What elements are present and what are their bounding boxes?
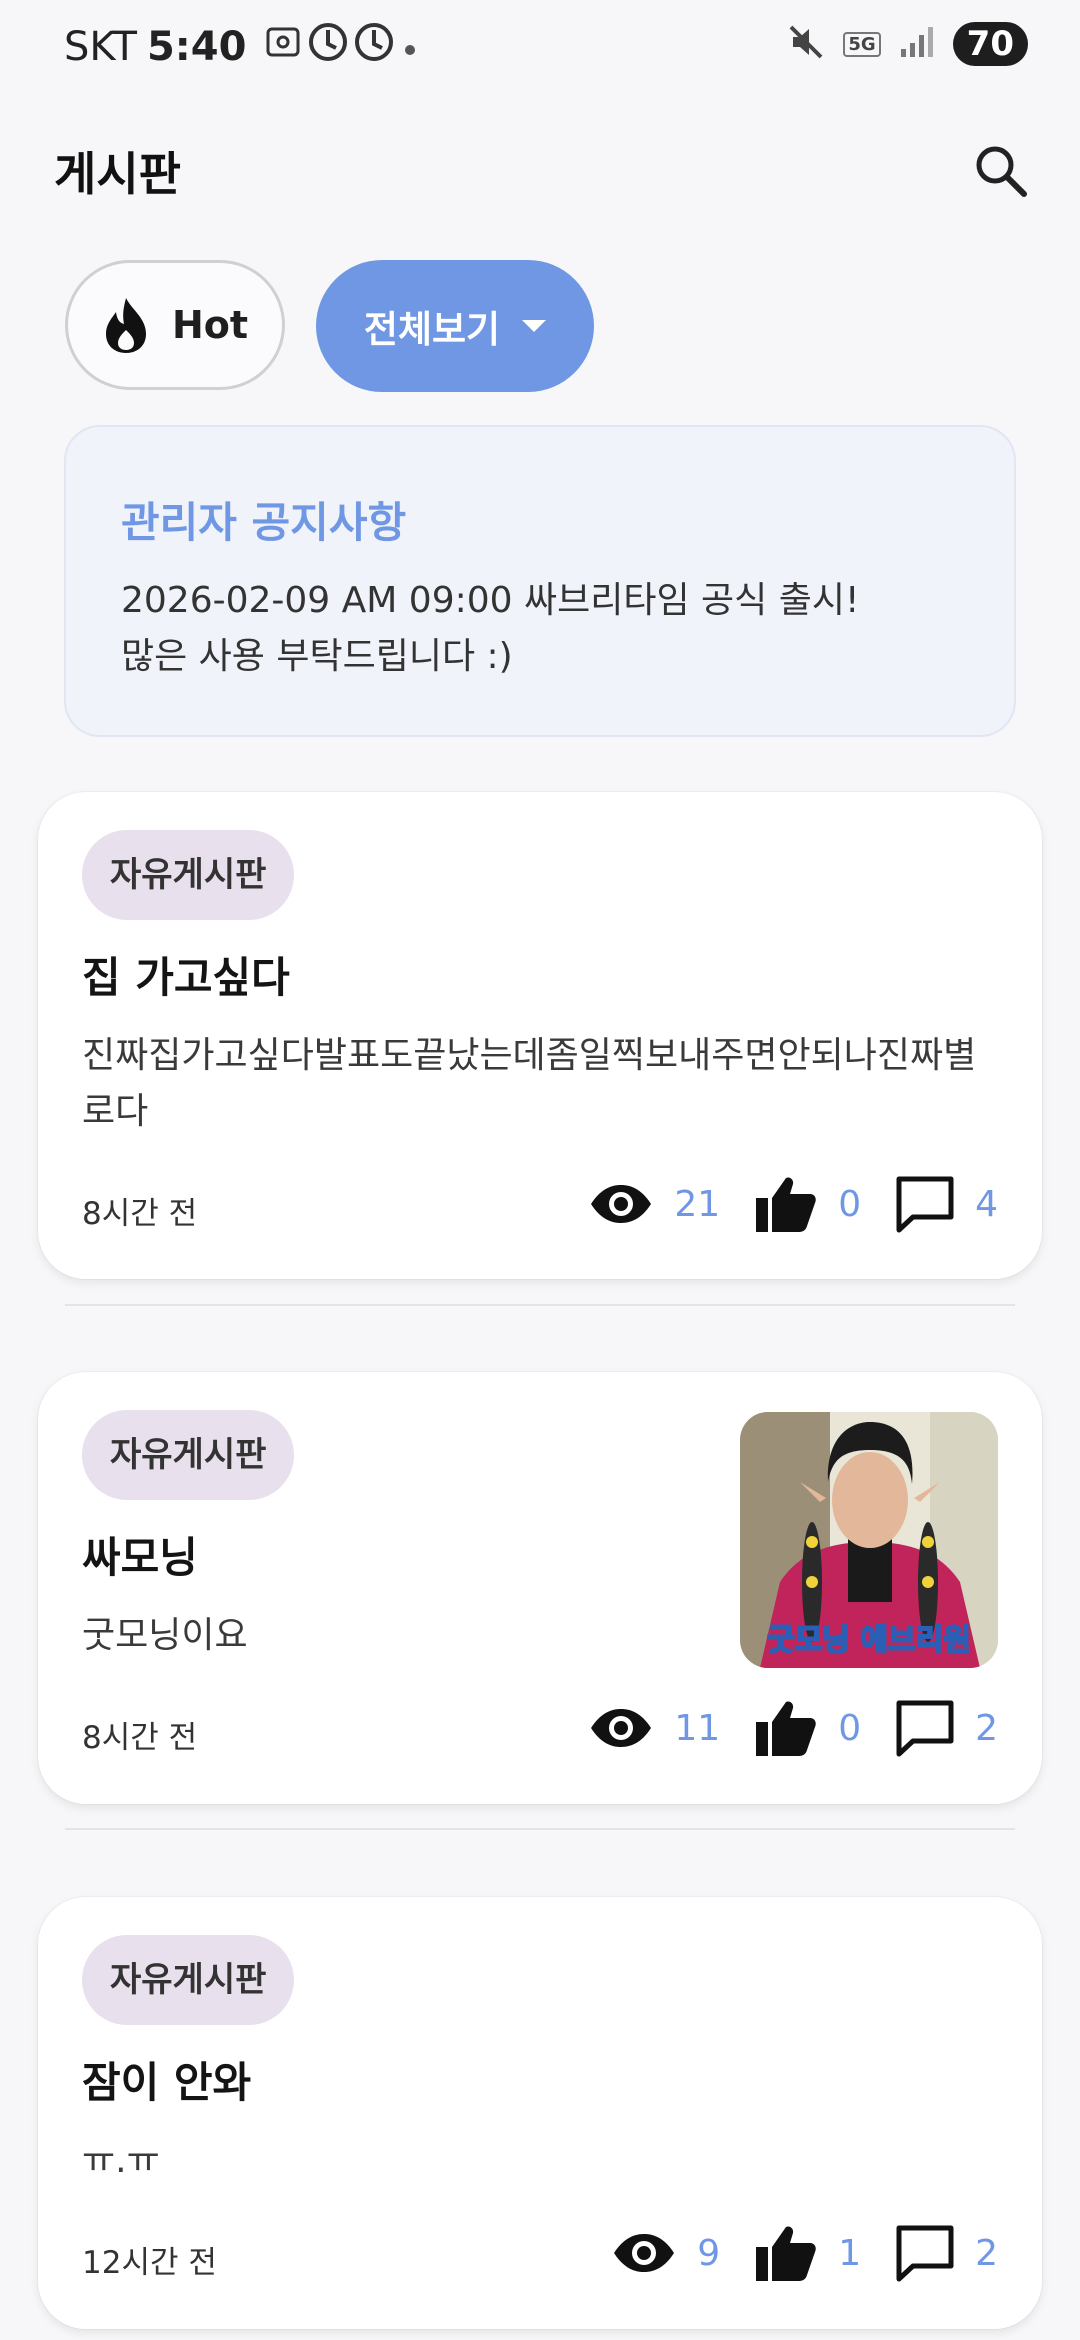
- flame-icon: [105, 298, 146, 353]
- views-count: 9: [697, 2232, 721, 2274]
- post-title: 집 가고싶다: [82, 953, 290, 1002]
- comments-count: 4: [975, 1183, 998, 1225]
- thumbs-up-icon: [756, 1701, 816, 1756]
- post-body: 진짜집가고싶다발표도끝났는데좀일찍보내주면안되나진짜별로다: [82, 1035, 977, 1132]
- mute-icon: [787, 23, 825, 65]
- post-stats: 11 0 2: [554, 1698, 998, 1758]
- likes-stat[interactable]: 0: [754, 1698, 861, 1758]
- notice-body: 2026-02-09 AM 09:00 싸브리타임 공식 출시! 많은 사용 부…: [121, 580, 860, 677]
- status-left: SKT 5:40: [64, 22, 426, 72]
- app-header: 게시판: [0, 130, 1080, 210]
- app-notification-icon: [308, 22, 348, 72]
- thumbs-up-icon: [756, 2226, 816, 2281]
- post-body: ㅠ.ㅠ: [82, 2140, 160, 2181]
- post-stats: 9 1 2: [577, 2223, 998, 2283]
- clock: 5:40: [146, 24, 247, 70]
- notice-title: 관리자 공지사항: [121, 498, 407, 547]
- category-tag: 자유게시판: [82, 1935, 295, 2025]
- divider: [65, 1828, 1015, 1830]
- post-card[interactable]: 자유게시판 집 가고싶다 진짜집가고싶다발표도끝났는데좀일찍보내주면안되나진짜별…: [38, 792, 1042, 1279]
- post-time: 8시간 전: [82, 1720, 198, 1756]
- eye-icon: [591, 1709, 652, 1747]
- carrier-label: SKT: [64, 24, 137, 70]
- search-button[interactable]: [970, 140, 1032, 202]
- hot-filter-chip[interactable]: Hot: [65, 260, 285, 390]
- category-dropdown-label: 전체보기: [363, 308, 501, 351]
- dot-icon: [400, 24, 420, 70]
- search-icon: [976, 146, 1027, 197]
- chevron-down-icon: [522, 320, 547, 332]
- status-right: 5G 70: [787, 22, 1028, 66]
- thumbs-up-icon: [756, 1177, 816, 1232]
- post-card[interactable]: 자유게시판 잠이 안와 ㅠ.ㅠ 12시간 전 9 1 2: [38, 1897, 1042, 2329]
- comment-icon: [896, 2225, 954, 2282]
- admin-notice-card[interactable]: 관리자 공지사항 2026-02-09 AM 09:00 싸브리타임 공식 출시…: [64, 425, 1016, 737]
- comments-stat[interactable]: 2: [895, 1699, 998, 1757]
- likes-stat[interactable]: 1: [754, 2223, 861, 2283]
- post-card[interactable]: 자유게시판 싸모닝 굿모닝이요 굿모닝 에브리원 8시간 전 11 0 2: [38, 1372, 1042, 1804]
- post-title: 싸모닝: [82, 1533, 198, 1582]
- thumbnail-caption: 굿모닝 에브리원: [767, 1623, 971, 1658]
- comment-icon: [896, 1700, 954, 1757]
- likes-count: 1: [838, 2232, 862, 2274]
- comments-count: 2: [975, 1707, 998, 1749]
- likes-count: 0: [838, 1707, 862, 1749]
- battery-indicator: 70: [952, 22, 1028, 66]
- likes-count: 0: [838, 1183, 862, 1225]
- post-stats: 21 0 4: [554, 1174, 998, 1234]
- post-time: 12시간 전: [82, 2245, 217, 2281]
- network-badge: 5G: [843, 31, 881, 57]
- page-title: 게시판: [54, 147, 181, 201]
- eye-icon: [614, 2234, 675, 2272]
- views-count: 21: [674, 1183, 721, 1225]
- post-time: 8시간 전: [82, 1196, 198, 1232]
- post-image: 굿모닝 에브리원: [740, 1412, 998, 1668]
- post-title: 잠이 안와: [82, 2058, 252, 2107]
- comments-count: 2: [975, 2232, 998, 2274]
- views-stat: 21: [588, 1182, 720, 1226]
- views-stat: 11: [588, 1706, 720, 1750]
- comment-icon: [896, 1176, 954, 1233]
- views-count: 11: [674, 1707, 721, 1749]
- post-body: 굿모닝이요: [82, 1615, 248, 1656]
- divider: [65, 1304, 1015, 1306]
- hot-filter-label: Hot: [171, 303, 249, 347]
- comments-stat[interactable]: 2: [895, 2224, 998, 2282]
- likes-stat[interactable]: 0: [754, 1174, 861, 1234]
- screenshot-icon: [264, 23, 302, 71]
- category-tag: 자유게시판: [82, 1410, 295, 1500]
- views-stat: 9: [611, 2231, 720, 2275]
- category-dropdown[interactable]: 전체보기: [316, 260, 594, 392]
- app-notification-icon: [354, 22, 394, 72]
- status-bar: SKT 5:40 5G 70: [0, 0, 1080, 100]
- category-tag: 자유게시판: [82, 830, 295, 920]
- signal-icon: [899, 25, 935, 63]
- post-thumbnail[interactable]: 굿모닝 에브리원: [740, 1412, 998, 1668]
- comments-stat[interactable]: 4: [895, 1175, 998, 1233]
- eye-icon: [591, 1185, 652, 1223]
